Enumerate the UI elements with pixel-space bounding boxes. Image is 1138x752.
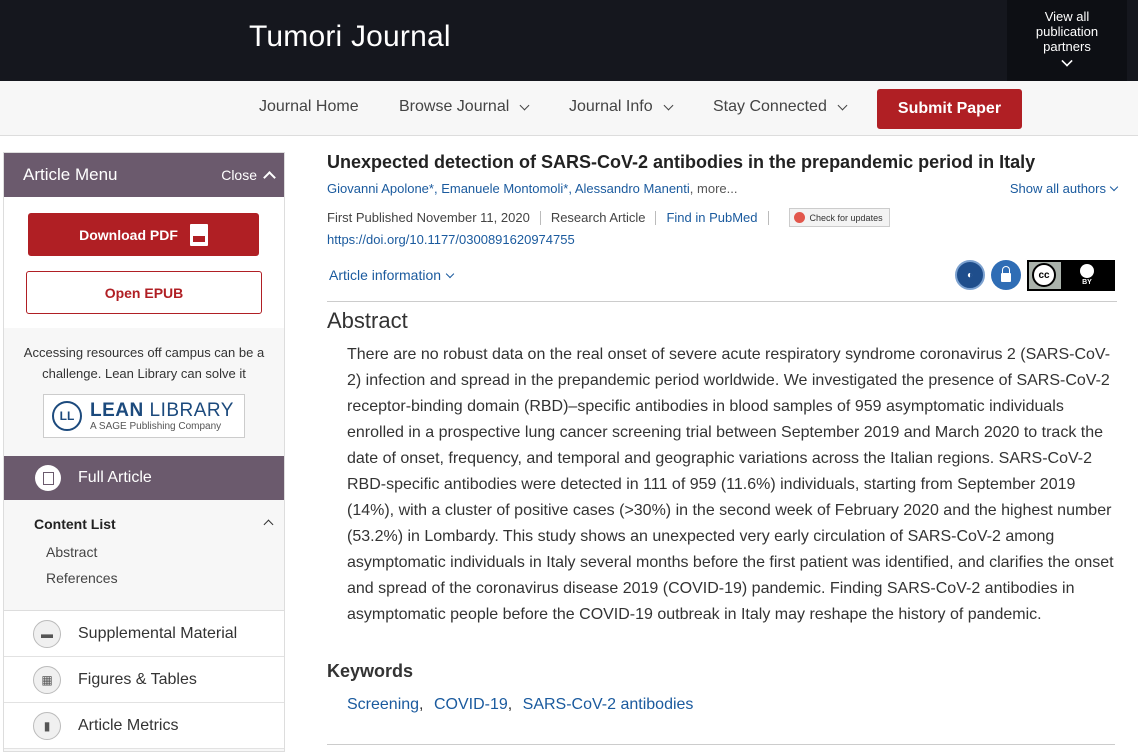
- nav-journal-info[interactable]: Journal Info: [569, 98, 674, 116]
- lean-library-mark-icon: LL: [52, 401, 82, 431]
- article-menu-title: Article Menu: [23, 165, 118, 184]
- view-partners-button[interactable]: View all publication partners: [1007, 0, 1127, 81]
- download-area: Download PDF Open EPUB: [4, 197, 284, 328]
- partners-label-line: publication: [1035, 24, 1099, 39]
- article-title: Unexpected detection of SARS-CoV-2 antib…: [327, 152, 1036, 172]
- article-menu-header: Article Menu Close: [4, 153, 284, 197]
- chevron-down-icon: [519, 100, 530, 110]
- check-for-updates-button[interactable]: Check for updates: [788, 208, 890, 227]
- cc-by-license-icon[interactable]: cc BY: [1027, 259, 1115, 291]
- chevron-down-icon: [445, 269, 455, 278]
- site-header: Tumori Journal View all publication part…: [0, 0, 1138, 81]
- library-word: LIBRARY: [143, 399, 234, 421]
- partners-label-line: View all: [1044, 9, 1090, 24]
- full-article-tab[interactable]: Full Article: [4, 456, 284, 500]
- submit-paper-button[interactable]: Submit Paper: [877, 89, 1022, 129]
- article-information-toggle[interactable]: Article information: [329, 267, 455, 283]
- chevron-down-icon: [1109, 182, 1119, 192]
- first-published: First Published November 11, 2020: [327, 210, 530, 225]
- person-icon: [1080, 264, 1094, 278]
- partners-label-line: partners: [1043, 39, 1091, 54]
- nav-label: Browse Journal: [399, 98, 510, 115]
- article-main: Unexpected detection of SARS-CoV-2 antib…: [327, 152, 1119, 745]
- open-access-lock-icon[interactable]: [991, 260, 1021, 290]
- chevron-down-icon: [837, 100, 848, 110]
- sidebar-item-supplemental-material[interactable]: ▬ Supplemental Material: [4, 611, 284, 657]
- show-all-authors-label: Show all authors: [1009, 181, 1106, 196]
- crossmark-badge-icon[interactable]: ◐: [955, 260, 985, 290]
- journal-title[interactable]: Tumori Journal: [249, 20, 451, 54]
- sidebar-item-label: Supplemental Material: [78, 624, 238, 642]
- authors-row: Giovanni Apolone*, Emanuele Montomoli*, …: [327, 181, 1119, 196]
- full-article-label: Full Article: [78, 469, 152, 486]
- download-pdf-button[interactable]: Download PDF: [28, 213, 259, 256]
- article-type: Research Article: [550, 210, 646, 225]
- content-list-title: Content List: [34, 516, 116, 532]
- nav-browse-journal[interactable]: Browse Journal: [399, 98, 530, 116]
- sidebar-item-article-metrics[interactable]: ▮ Article Metrics: [4, 703, 284, 749]
- content-list-item-abstract[interactable]: Abstract: [4, 544, 284, 560]
- cc-by-label: BY: [1082, 279, 1092, 286]
- nav-label: Stay Connected: [713, 98, 827, 115]
- article-meta: First Published November 11, 2020 Resear…: [327, 208, 1117, 227]
- nav-journal-home[interactable]: Journal Home: [259, 98, 359, 116]
- keyword-link[interactable]: Screening: [347, 696, 419, 713]
- chevron-up-icon: [263, 171, 276, 184]
- lean-library-logo[interactable]: LL LEAN LIBRARY A SAGE Publishing Compan…: [43, 394, 245, 438]
- content-list-item-references[interactable]: References: [4, 570, 284, 586]
- sidebar-item-figures-tables[interactable]: ▦ Figures & Tables: [4, 657, 284, 703]
- folder-icon: ▬: [33, 619, 61, 648]
- article-information-label: Article information: [329, 267, 442, 283]
- divider: [327, 744, 1115, 745]
- document-icon: [35, 465, 61, 491]
- keywords-heading: Keywords: [327, 661, 414, 681]
- article-info-row: Article information ◐ cc BY: [327, 259, 1117, 291]
- nav-label: Journal Home: [259, 98, 359, 115]
- pdf-icon: [189, 223, 208, 246]
- separator: [655, 210, 657, 225]
- keyword-link[interactable]: SARS-CoV-2 antibodies: [523, 696, 694, 713]
- check-updates-label: Check for updates: [809, 212, 883, 223]
- close-menu-button[interactable]: Close: [221, 167, 276, 184]
- crossmark-icon: [793, 212, 805, 223]
- lean-library-name: LEAN LIBRARY: [90, 399, 234, 421]
- table-icon: ▦: [33, 665, 61, 694]
- content-list: Content List Abstract References: [4, 500, 284, 611]
- keywords-list: Screening, COVID-19, SARS-CoV-2 antibodi…: [347, 696, 694, 713]
- article-menu-sidebar: Article Menu Close Download PDF Open EPU…: [3, 152, 285, 752]
- chevron-up-icon: [263, 519, 274, 530]
- sidebar-item-label: Figures & Tables: [78, 670, 197, 688]
- doi-link[interactable]: https://doi.org/10.1177/0300891620974755: [327, 232, 1117, 247]
- separator: [539, 210, 541, 225]
- sidebar-item-label: Article Metrics: [78, 716, 179, 734]
- chevron-down-icon: [1061, 55, 1073, 67]
- show-all-authors-button[interactable]: Show all authors: [1009, 181, 1119, 196]
- content-list-toggle[interactable]: Content List: [4, 516, 284, 532]
- lean-library-text: Accessing resources off campus can be a …: [23, 345, 265, 381]
- cc-logo-icon: cc: [1032, 263, 1056, 287]
- lean-word: LEAN: [90, 399, 144, 421]
- bar-chart-icon: ▮: [33, 711, 61, 740]
- open-epub-button[interactable]: Open EPUB: [26, 271, 262, 314]
- separator: [767, 210, 769, 225]
- authors-list[interactable]: Giovanni Apolone*, Emanuele Montomoli*, …: [327, 181, 690, 196]
- badges: ◐ cc BY: [949, 259, 1115, 291]
- more-authors-link[interactable]: , more...: [690, 181, 738, 196]
- abstract-text: There are no robust data on the real ons…: [347, 346, 1114, 623]
- nav-stay-connected[interactable]: Stay Connected: [713, 98, 848, 116]
- keyword-link[interactable]: COVID-19: [434, 696, 508, 713]
- close-label: Close: [221, 167, 257, 183]
- chevron-down-icon: [663, 100, 674, 110]
- nav-label: Journal Info: [569, 98, 653, 115]
- divider: [327, 301, 1117, 302]
- find-in-pubmed-link[interactable]: Find in PubMed: [666, 210, 757, 225]
- lean-library-promo: Accessing resources off campus can be a …: [4, 328, 284, 456]
- lean-library-subtitle: A SAGE Publishing Company: [90, 420, 222, 432]
- abstract-heading: Abstract: [327, 308, 408, 333]
- download-pdf-label: Download PDF: [79, 226, 178, 243]
